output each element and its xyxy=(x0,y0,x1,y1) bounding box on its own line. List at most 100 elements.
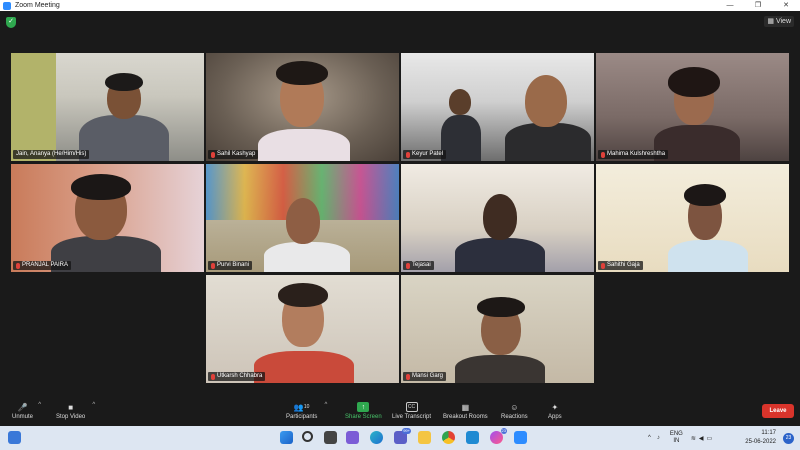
muted-mic-icon xyxy=(601,262,605,269)
participant-nametag: Utkarsh Chhabra xyxy=(208,372,266,381)
participant-nametag: Mansi Garg xyxy=(403,372,447,381)
taskbar-clock[interactable]: 11:17 25-06-2022 xyxy=(745,429,776,447)
messenger-badge: 23 xyxy=(500,428,507,434)
chevron-up-icon[interactable]: ^ xyxy=(38,402,41,408)
reactions-label: Reactions xyxy=(501,414,528,420)
video-camera-icon: ■ xyxy=(68,402,74,412)
security-shield-icon[interactable]: ✓ xyxy=(6,17,16,28)
language-code: ENG xyxy=(669,431,683,437)
share-screen-label: Share Screen xyxy=(345,414,382,420)
video-tile[interactable]: Tejasai xyxy=(401,164,594,272)
volume-icon[interactable]: ◀ xyxy=(699,435,704,442)
window-controls: — ❐ ✕ xyxy=(716,0,800,11)
view-button[interactable]: ▦ View xyxy=(764,16,794,27)
live-transcript-button[interactable]: CC Live Transcript xyxy=(392,402,431,420)
maximize-button[interactable]: ❐ xyxy=(744,0,772,11)
leave-button[interactable]: Leave xyxy=(762,404,794,418)
participant-name: Tejasai xyxy=(412,262,431,268)
clock-date: 25-06-2022 xyxy=(745,439,776,445)
region-code: IN xyxy=(673,438,680,444)
battery-icon[interactable]: ▭ xyxy=(707,435,713,442)
participant-nametag: Jain, Ananya (He/Him/His) xyxy=(13,150,90,159)
participant-name: Utkarsh Chhabra xyxy=(217,373,263,379)
edge-browser-icon[interactable] xyxy=(370,431,383,444)
participant-name: Sahithi Gaja xyxy=(607,262,640,268)
participant-nametag: Mahima Kulshreshtha xyxy=(598,150,669,159)
breakout-rooms-icon: ▦ xyxy=(461,402,470,412)
video-tile[interactable]: Mahima Kulshreshtha xyxy=(596,53,789,161)
zoom-taskbar-icon[interactable] xyxy=(514,431,527,444)
participant-nametag: PRANJAL PAIRA xyxy=(13,261,72,270)
participant-nametag: Sahil Kashyap xyxy=(208,150,259,159)
grid-icon: ▦ xyxy=(767,18,774,25)
chevron-up-icon[interactable]: ^ xyxy=(648,435,651,441)
zoom-app-icon xyxy=(3,1,11,10)
live-transcript-label: Live Transcript xyxy=(392,414,432,420)
participant-nametag: Keyur Patel xyxy=(403,150,447,159)
participant-name: PRANJAL PAIRA xyxy=(22,262,69,268)
share-screen-icon: ↑ xyxy=(357,402,370,412)
task-view-icon[interactable] xyxy=(324,431,337,444)
video-tile[interactable]: Jain, Ananya (He/Him/His) xyxy=(11,53,204,161)
video-tile[interactable]: Sahil Kashyap xyxy=(206,53,399,161)
wifi-icon[interactable]: ≋ xyxy=(691,435,696,442)
muted-mic-icon xyxy=(211,262,215,269)
chevron-up-icon[interactable]: ^ xyxy=(92,402,95,408)
stop-video-button[interactable]: ■ Stop Video ^ xyxy=(56,402,95,420)
muted-mic-icon xyxy=(16,262,20,269)
notification-count[interactable]: 23 xyxy=(783,433,794,444)
unmute-button[interactable]: 🎤 Unmute ^ xyxy=(12,402,41,420)
file-explorer-icon[interactable] xyxy=(418,431,431,444)
breakout-rooms-button[interactable]: ▦ Breakout Rooms xyxy=(443,402,488,421)
window-titlebar: Zoom Meeting — ❐ ✕ xyxy=(0,0,800,11)
participant-name: Sahil Kashyap xyxy=(217,151,256,157)
video-tile[interactable]: Sahithi Gaja xyxy=(596,164,789,272)
search-icon[interactable] xyxy=(302,431,313,442)
muted-mic-icon xyxy=(211,151,215,158)
apps-button[interactable]: ✦ Apps xyxy=(548,402,562,421)
vscode-icon[interactable] xyxy=(466,431,479,444)
widgets-icon[interactable] xyxy=(8,431,21,444)
participant-name: Mahima Kulshreshtha xyxy=(607,151,666,157)
microphone-icon[interactable]: ♪ xyxy=(657,435,660,441)
participants-count: 10 xyxy=(303,404,310,410)
chrome-icon[interactable] xyxy=(442,431,455,444)
chat-icon[interactable] xyxy=(346,431,359,444)
participant-name: Keyur Patel xyxy=(412,151,444,157)
apps-label: Apps xyxy=(548,414,562,420)
participants-icon: 👥 10 xyxy=(293,402,310,412)
video-tile[interactable]: Mansi Garg xyxy=(401,275,594,383)
muted-mic-icon xyxy=(406,262,410,269)
breakout-rooms-label: Breakout Rooms xyxy=(443,414,488,420)
participant-name: Mansi Garg xyxy=(412,373,444,379)
messenger-icon[interactable]: 23 xyxy=(490,428,507,444)
video-tile[interactable]: Utkarsh Chhabra xyxy=(206,275,399,383)
participant-nametag: Tejasai xyxy=(403,261,434,270)
closed-caption-icon: CC xyxy=(405,402,418,412)
teams-badge: 99+ xyxy=(402,428,411,434)
meeting-gallery: ✓ ▦ View Jain, Ananya (He/Him/His) Sahil… xyxy=(0,11,800,400)
start-menu-icon[interactable] xyxy=(280,431,293,444)
unmute-label: Unmute xyxy=(12,414,34,420)
stop-video-label: Stop Video xyxy=(56,414,86,420)
participant-nametag: Purvi Binani xyxy=(208,261,253,270)
view-label: View xyxy=(775,18,791,25)
minimize-button[interactable]: — xyxy=(716,0,744,11)
video-tile[interactable]: PRANJAL PAIRA xyxy=(11,164,204,272)
chevron-up-icon[interactable]: ^ xyxy=(325,402,328,408)
apps-icon: ✦ xyxy=(551,402,559,412)
share-screen-button[interactable]: ↑ Share Screen xyxy=(345,402,382,420)
muted-microphone-icon: 🎤 xyxy=(17,402,28,412)
language-indicator[interactable]: ENG IN xyxy=(670,431,683,445)
video-tile[interactable]: Keyur Patel xyxy=(401,53,594,161)
reactions-button[interactable]: ☺ Reactions xyxy=(501,402,528,421)
close-button[interactable]: ✕ xyxy=(772,0,800,11)
teams-icon[interactable]: 99+ xyxy=(394,428,411,444)
video-tile[interactable]: Purvi Binani xyxy=(206,164,399,272)
participant-nametag: Sahithi Gaja xyxy=(598,261,643,270)
participants-button[interactable]: 👥 10 Participants ^ xyxy=(286,402,327,420)
muted-mic-icon xyxy=(211,373,215,380)
clock-time: 11:17 xyxy=(761,430,776,436)
meeting-toolbar: 🎤 Unmute ^ ■ Stop Video ^ 👥 10 Participan… xyxy=(0,400,800,426)
participant-name: Jain, Ananya (He/Him/His) xyxy=(16,151,87,157)
